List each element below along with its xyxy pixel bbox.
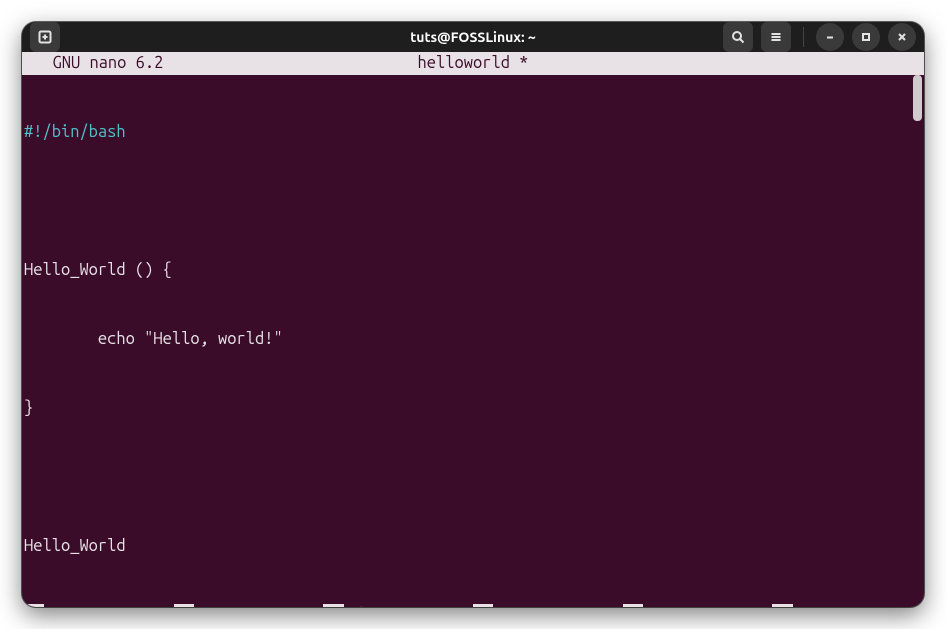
close-button[interactable] <box>888 23 916 51</box>
menu-button[interactable] <box>761 22 791 52</box>
terminal-area[interactable]: GNU nano 6.2 helloworld * #!/bin/bash He… <box>22 52 924 607</box>
editor-line: Hello_World () { <box>24 259 922 282</box>
shortcut-key: ^W <box>323 604 343 607</box>
shortcut-key: ^G <box>24 604 44 607</box>
shortcut-key: ^O <box>174 604 194 607</box>
shortcut-whereis: ^W Where Is <box>323 604 473 607</box>
titlebar-separator <box>803 27 804 47</box>
maximize-icon <box>860 31 872 43</box>
shortcut-label: Location <box>799 604 873 607</box>
editor-line: echo "Hello, world!" <box>24 328 922 351</box>
editor-line <box>24 466 922 489</box>
shortcut-label: Help <box>50 604 87 607</box>
shortcut-key: ^T <box>623 604 643 607</box>
search-icon <box>731 30 745 44</box>
minimize-button[interactable] <box>816 23 844 51</box>
maximize-button[interactable] <box>852 23 880 51</box>
hamburger-icon <box>769 30 783 44</box>
shortcut-label: Where Is <box>350 604 424 607</box>
new-tab-button[interactable] <box>30 22 60 52</box>
scrollbar-thumb[interactable] <box>913 75 922 121</box>
close-icon <box>896 31 908 43</box>
editor-content[interactable]: #!/bin/bash Hello_World () { echo "Hello… <box>22 75 924 604</box>
shortcut-help: ^G Help <box>24 604 174 607</box>
editor-line: Hello_World <box>24 535 922 558</box>
terminal-window: tuts@FOSSLinux: ~ <box>22 22 924 607</box>
search-button[interactable] <box>723 22 753 52</box>
shortcut-location: ^C Location <box>772 604 922 607</box>
shortcut-label: Cut <box>499 604 527 607</box>
shebang-line: #!/bin/bash <box>24 123 126 141</box>
nano-filename: helloworld * <box>22 52 924 75</box>
shortcut-label: Write Out <box>200 604 283 607</box>
shortcut-key: ^C <box>772 604 792 607</box>
shortcut-writeout: ^O Write Out <box>174 604 324 607</box>
shortcut-cut: ^K Cut <box>473 604 623 607</box>
nano-shortcuts: ^G Help ^O Write Out ^W Where Is ^K Cut ^T Ex… <box>22 604 924 607</box>
shortcut-label: Execute <box>649 604 714 607</box>
editor-line: } <box>24 397 922 420</box>
new-tab-icon <box>38 30 52 44</box>
shortcut-execute: ^T Execute <box>623 604 773 607</box>
titlebar: tuts@FOSSLinux: ~ <box>22 22 924 52</box>
nano-header: GNU nano 6.2 helloworld * <box>22 52 924 75</box>
editor-line <box>24 190 922 213</box>
minimize-icon <box>824 31 836 43</box>
shortcut-key: ^K <box>473 604 493 607</box>
